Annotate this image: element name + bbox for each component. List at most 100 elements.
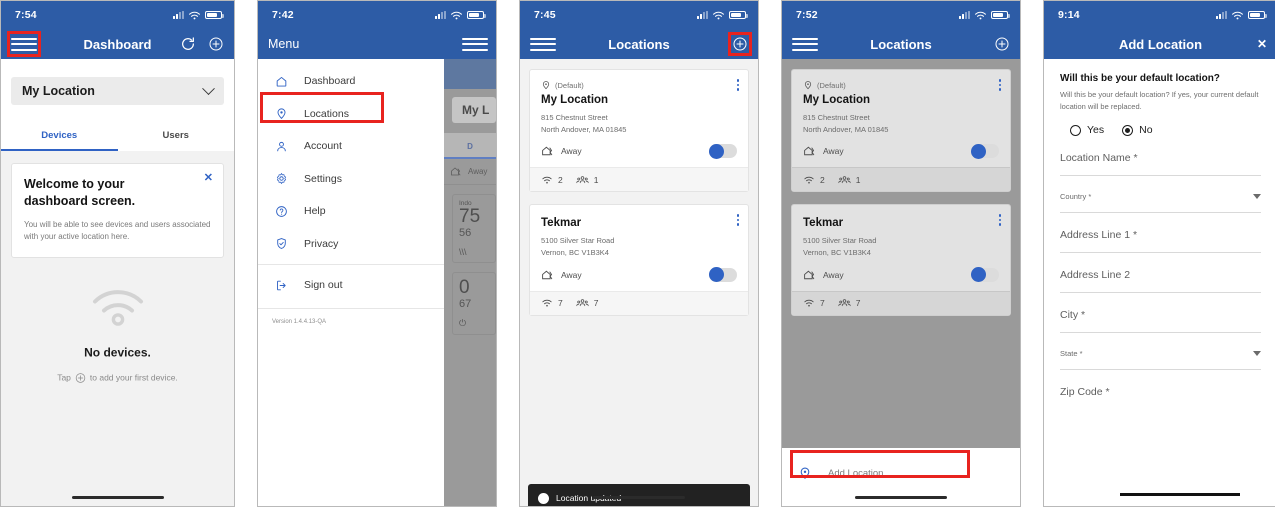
user-count: 7 (838, 298, 861, 308)
panel-gap (1021, 0, 1043, 507)
plus-circle-icon (75, 372, 86, 383)
drawer-scrim[interactable]: My L D Away Indo 75 56 \\\ 0 67 ⏻ (444, 59, 496, 506)
location-pin-icon (804, 81, 812, 90)
toast-notification: Location updated (528, 484, 750, 506)
hamburger-menu-button[interactable] (530, 35, 556, 53)
dimmed-card-value: 0 (459, 276, 470, 298)
away-icon (804, 146, 815, 156)
person-icon (273, 140, 290, 153)
dimmed-card-second: 0 67 ⏻ (452, 271, 496, 335)
device-count: 2 (541, 175, 563, 185)
hamburger-menu-button[interactable] (792, 35, 818, 53)
overflow-menu-icon[interactable] (736, 214, 739, 226)
close-icon[interactable]: ✕ (1257, 37, 1267, 51)
signal-icon (697, 11, 708, 19)
device-count: 7 (541, 298, 563, 308)
location-card[interactable]: (Default) My Location 815 Chestnut Stree… (529, 69, 749, 193)
device-count-value: 2 (558, 174, 563, 185)
radio-no[interactable]: No (1122, 124, 1153, 136)
hamburger-menu-button[interactable] (7, 31, 41, 57)
add-location-button[interactable] (728, 32, 752, 56)
presence-toggle[interactable] (971, 267, 999, 282)
question-circle-icon (273, 205, 290, 218)
phone-panel-menu: 7:42 Menu Dashboard Locations Account Se… (257, 0, 497, 507)
locations-list: (Default) My Location 815 Chestnut Stree… (520, 59, 758, 316)
field-location-name[interactable]: Location Name * (1060, 152, 1261, 177)
sheet-item-add-location[interactable]: Add Location (782, 462, 1020, 484)
menu-item-label: Account (304, 140, 342, 153)
menu-item-dashboard[interactable]: Dashboard (258, 65, 444, 98)
dimmed-location-selector: My L (452, 97, 496, 123)
location-card[interactable]: Tekmar 5100 Silver Star Road Vernon, BC … (791, 204, 1011, 316)
refresh-icon[interactable] (180, 36, 196, 52)
away-icon (542, 146, 553, 156)
presence-toggle[interactable] (971, 143, 999, 159)
radio-no-circle (1122, 124, 1134, 136)
location-card[interactable]: (Default) My Location 815 Chestnut Stree… (791, 69, 1011, 193)
home-icon (273, 75, 290, 88)
field-state[interactable]: State * (1060, 349, 1261, 371)
presence-toggle[interactable] (709, 267, 737, 282)
hamburger-menu-button[interactable] (462, 35, 488, 53)
presence-label: Away (823, 146, 844, 157)
battery-icon (991, 11, 1010, 19)
menu-item-settings[interactable]: Settings (258, 163, 444, 196)
users-icon (838, 299, 851, 307)
dimmed-card-value: 75 (459, 206, 481, 227)
location-stats: 2 1 (530, 167, 748, 192)
status-bar: 7:45 (520, 1, 758, 29)
field-address-line-1[interactable]: Address Line 1 * (1060, 229, 1261, 254)
presence-toggle[interactable] (709, 143, 737, 159)
menu-item-account[interactable]: Account (258, 130, 444, 163)
field-city[interactable]: City * (1060, 309, 1261, 334)
menu-item-privacy[interactable]: Privacy (258, 228, 444, 261)
away-icon (451, 167, 461, 176)
status-icons (697, 10, 748, 21)
field-zip-code[interactable]: Zip Code * (1060, 386, 1261, 409)
plus-circle-icon[interactable] (994, 36, 1010, 52)
location-address: 815 Chestnut Street North Andover, MA 01… (803, 112, 999, 135)
menu-item-label: Dashboard (304, 75, 356, 88)
field-address-line-2[interactable]: Address Line 2 (1060, 269, 1261, 294)
menu-list: Dashboard Locations Account Settings Hel… (258, 59, 444, 325)
navigation-drawer: Dashboard Locations Account Settings Hel… (258, 59, 444, 506)
location-pin-icon (273, 107, 290, 120)
user-count-value: 7 (855, 298, 861, 308)
dimmed-card-power-icon: ⏻ (459, 313, 489, 329)
overflow-menu-icon[interactable] (998, 79, 1001, 91)
wifi-icon (804, 176, 814, 184)
home-indicator (1120, 493, 1240, 496)
tab-bar: Devices Users (1, 119, 234, 151)
user-count-value: 1 (855, 174, 861, 185)
overflow-menu-icon[interactable] (998, 214, 1001, 226)
presence-label: Away (561, 269, 582, 280)
wifi-icon (189, 11, 200, 19)
add-location-form: Will this be your default location? Will… (1044, 59, 1275, 506)
menu-item-locations[interactable]: Locations (258, 98, 444, 131)
close-icon[interactable]: ✕ (204, 173, 213, 184)
address-line-1: 815 Chestnut Street (803, 113, 870, 122)
tab-devices[interactable]: Devices (1, 119, 118, 151)
device-count: 2 (803, 175, 825, 185)
wifi-icon (542, 299, 552, 307)
users-icon (838, 175, 851, 183)
location-card[interactable]: Tekmar 5100 Silver Star Road Vernon, BC … (529, 204, 749, 316)
location-selector[interactable]: My Location (11, 77, 224, 105)
sheet-item-label: Add Location (828, 467, 884, 479)
menu-item-label: Help (304, 205, 326, 218)
field-country[interactable]: Country * (1060, 192, 1261, 214)
tab-users[interactable]: Users (118, 119, 235, 151)
menu-item-sign-out[interactable]: Sign out (258, 269, 444, 302)
empty-hint-after: to add your first device. (89, 372, 178, 383)
address-line-2: Vernon, BC V1B3K4 (803, 247, 871, 257)
page-title: Add Location (1118, 36, 1203, 52)
user-count: 7 (576, 298, 598, 308)
menu-item-help[interactable]: Help (258, 195, 444, 228)
default-badge-label: (Default) (817, 80, 846, 90)
address-line-2: North Andover, MA 01845 (803, 124, 889, 134)
radio-yes[interactable]: Yes (1070, 124, 1104, 136)
field-country-label: Country * (1060, 192, 1092, 202)
plus-circle-icon[interactable] (208, 36, 224, 52)
overflow-menu-icon[interactable] (736, 79, 739, 91)
menu-item-label: Privacy (304, 237, 339, 250)
